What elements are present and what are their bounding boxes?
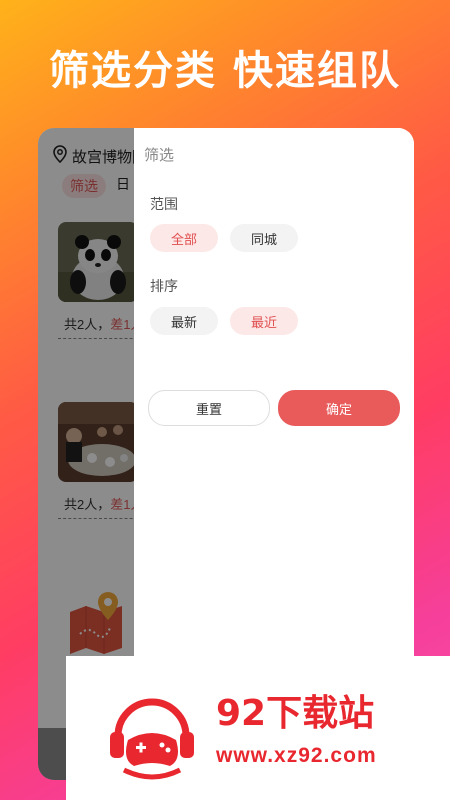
sort-option-nearest[interactable]: 最近 <box>230 307 298 335</box>
range-label: 范围 <box>150 196 178 212</box>
promo-headline: 筛选分类 快速组队 <box>49 48 401 94</box>
sort-option-newest[interactable]: 最新 <box>150 307 218 335</box>
reset-button[interactable]: 重置 <box>148 390 270 426</box>
watermark-logo-icon <box>104 692 200 788</box>
watermark-banner: 92下载站 www.xz92.com <box>66 656 450 800</box>
range-option-all[interactable]: 全部 <box>150 224 218 252</box>
confirm-button[interactable]: 确定 <box>278 390 400 426</box>
sort-label: 排序 <box>150 278 178 294</box>
watermark-url: www.xz92.com <box>216 744 377 767</box>
watermark-name: 92下载站 <box>216 693 375 734</box>
range-option-same-city[interactable]: 同城 <box>230 224 298 252</box>
drawer-title: 筛选 <box>144 147 175 164</box>
